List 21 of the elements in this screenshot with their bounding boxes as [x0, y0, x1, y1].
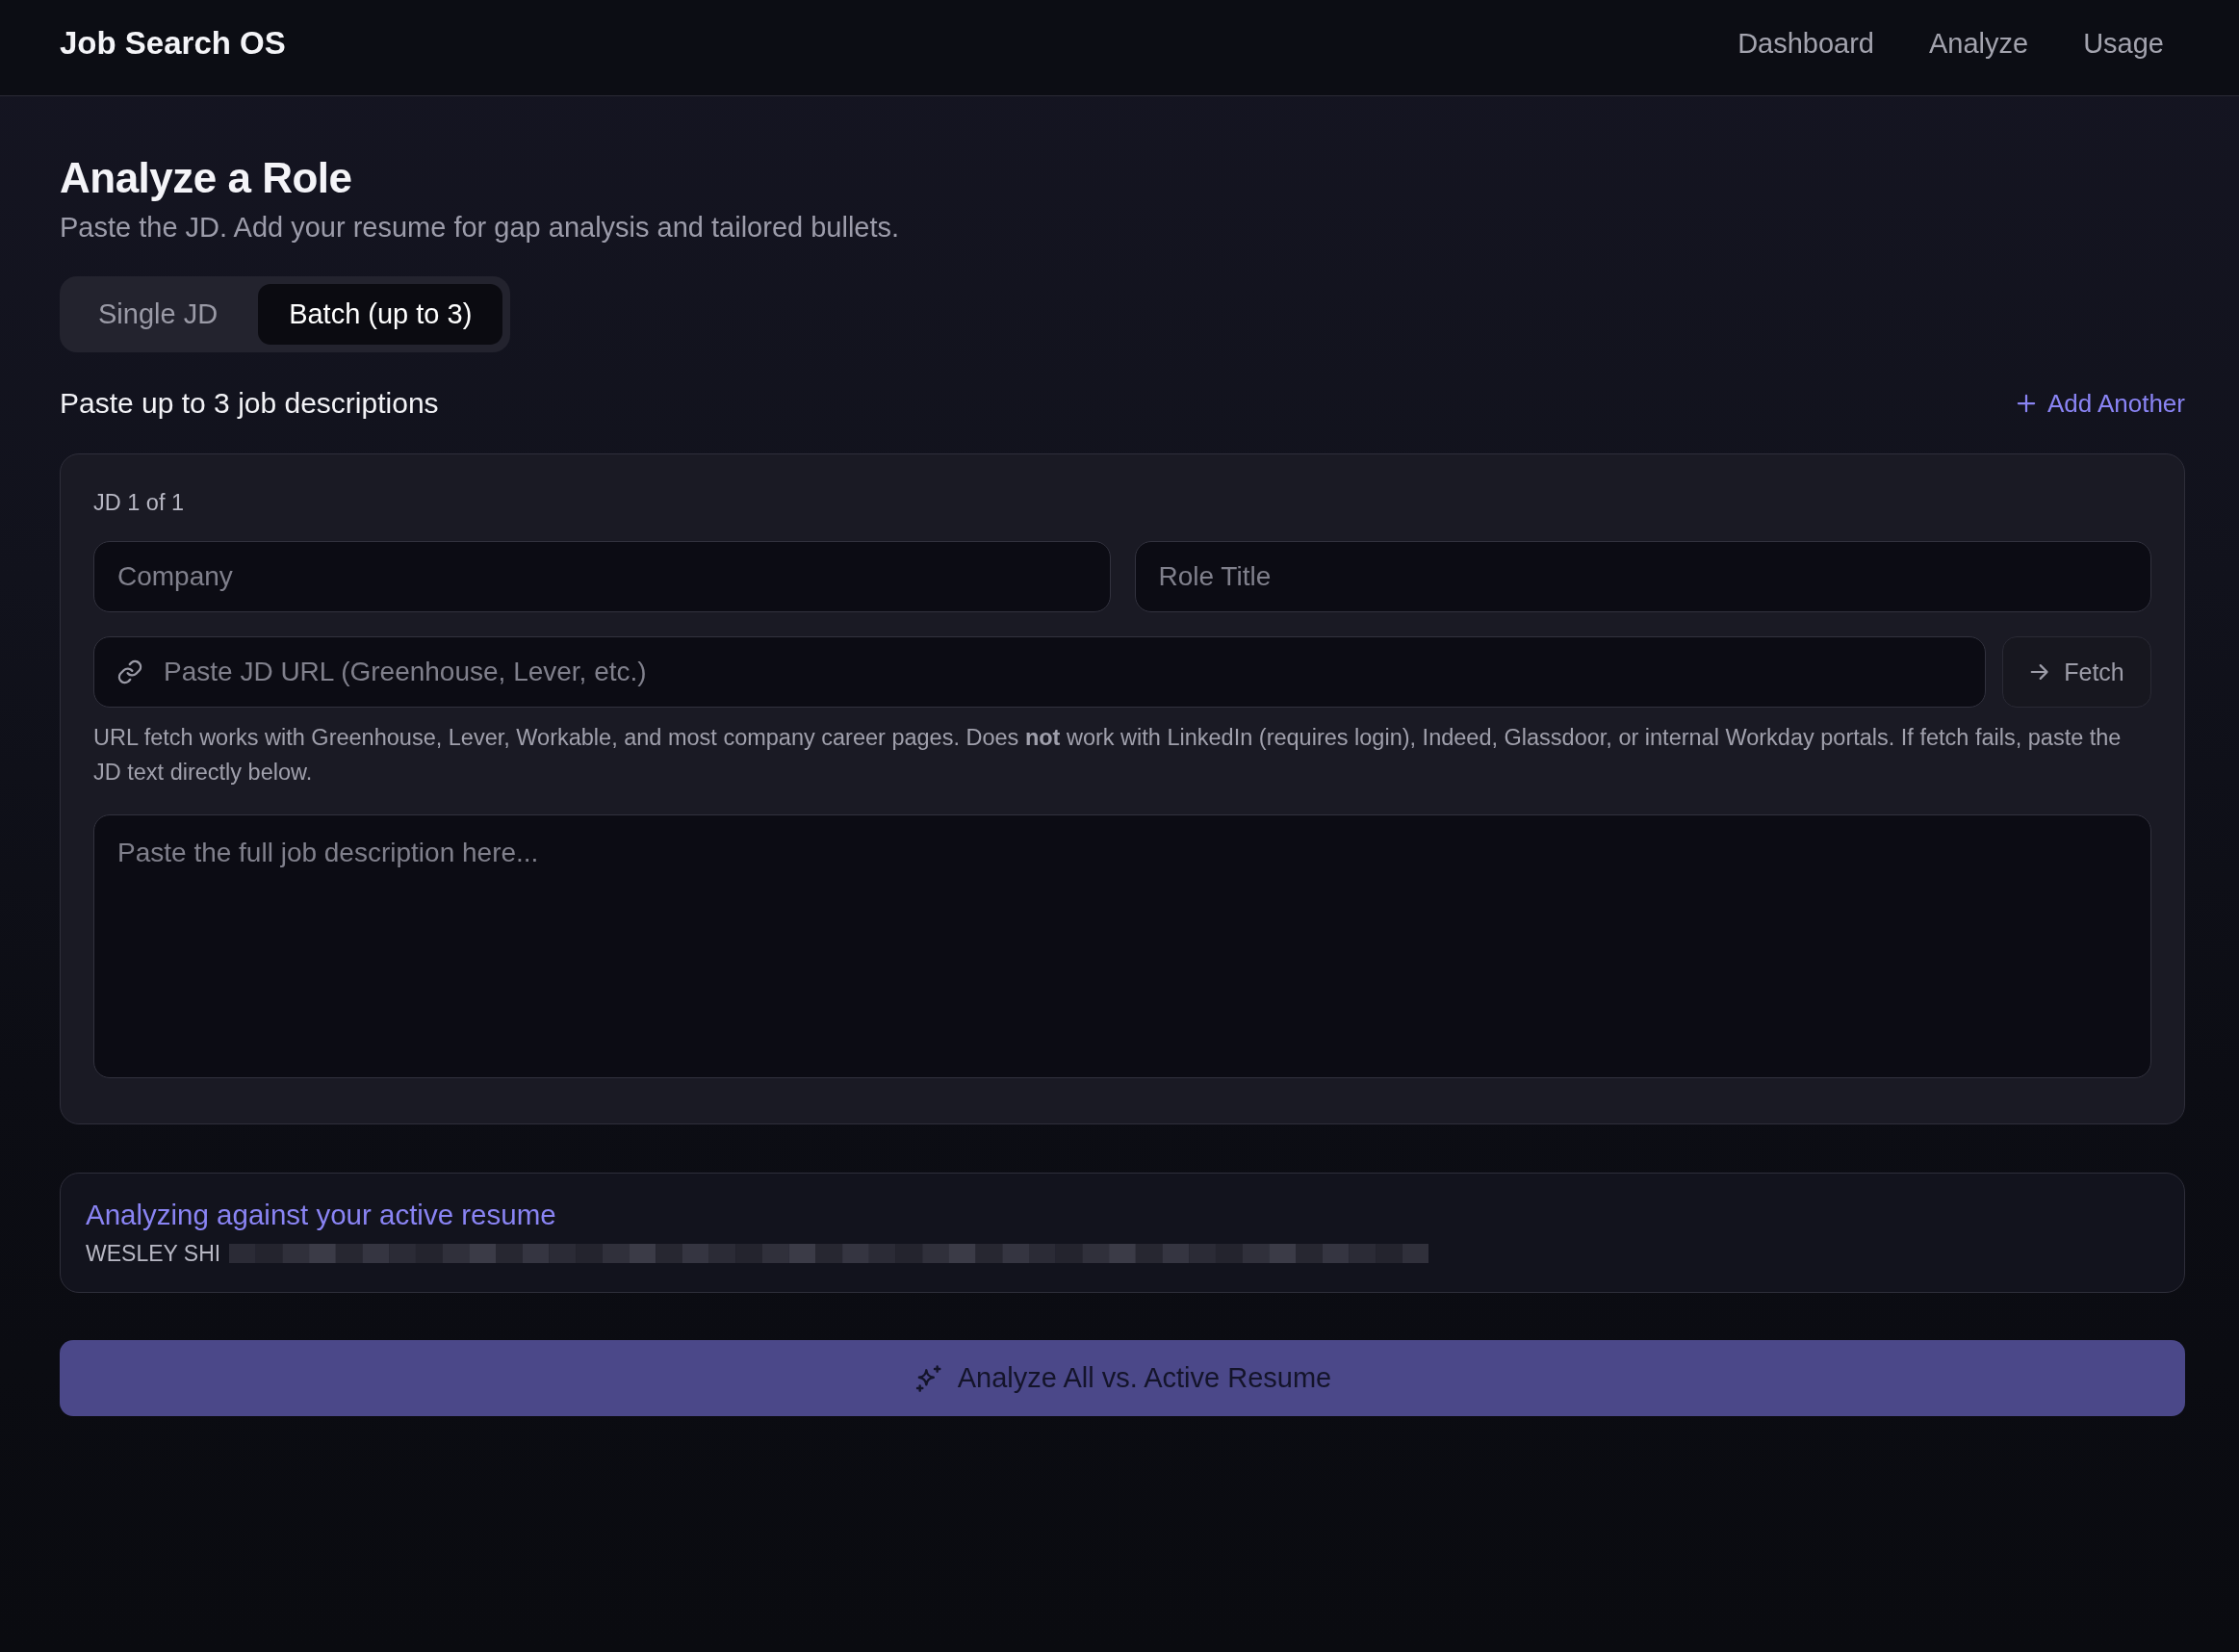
plus-icon: [2016, 394, 2036, 413]
nav-link[interactable]: Analyze: [1929, 27, 2029, 60]
resume-name: WESLEY SHI: [86, 1240, 221, 1268]
help-text: URL fetch works with Greenhouse, Lever, Workable, and most company career pages. Does not work with LinkedIn (requires login), Indeed, Glassdoor, or internal Workday portals. If fetch fails, paste the JD text directly below.: [93, 724, 2123, 787]
nav-link[interactable]: Usage: [2083, 27, 2164, 60]
link-icon: [116, 658, 143, 685]
fetch-button[interactable]: Fetch: [2002, 636, 2151, 708]
section-heading: Paste up to 3 job descriptions: [60, 387, 439, 420]
url-field[interactable]: Paste JD URL (Greenhouse, Lever, etc.): [93, 636, 1986, 708]
resume-heading: Analyzing against your active resume: [86, 1198, 557, 1232]
jd-label: JD 1 of 1: [93, 489, 186, 517]
role-title-field[interactable]: Role Title: [1134, 541, 2151, 612]
mode-tab[interactable]: Single JD: [67, 284, 249, 345]
add-another-button[interactable]: Add Another: [2016, 388, 2185, 419]
description-field[interactable]: Paste the full job description here...: [93, 814, 2151, 1078]
app-title: Job Search OS: [60, 25, 286, 62]
page-subtitle: Paste the JD. Add your resume for gap analysis and tailored bullets.: [60, 211, 901, 245]
nav-link[interactable]: Dashboard: [1737, 27, 1874, 60]
company-field[interactable]: Company: [93, 541, 1111, 612]
mode-tab[interactable]: Batch (up to 3): [258, 284, 503, 345]
page-title: Analyze a Role: [60, 153, 353, 203]
